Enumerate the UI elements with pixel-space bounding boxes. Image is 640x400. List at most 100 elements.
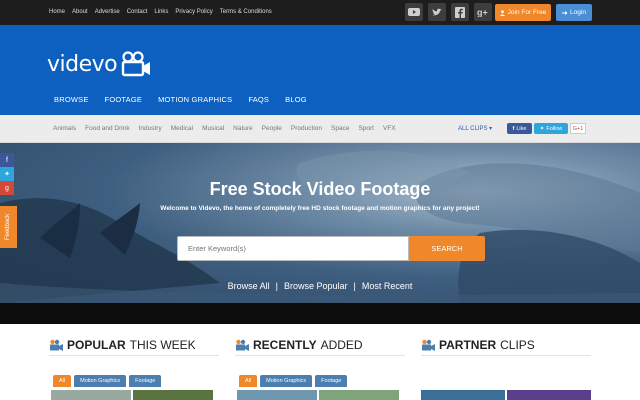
video-thumbnail[interactable] — [51, 390, 131, 400]
category-space[interactable]: Space — [331, 125, 349, 132]
section-title-normal: THIS WEEK — [129, 337, 196, 352]
section-heading: PARTNER CLIPS — [421, 338, 591, 356]
twitter-icon[interactable] — [428, 3, 446, 21]
side-facebook-icon[interactable]: f — [0, 153, 14, 167]
top-link-advertise[interactable]: Advertise — [95, 9, 120, 15]
tab-motion-graphics[interactable]: Motion Graphics — [260, 375, 313, 387]
thumbnail-row — [421, 390, 591, 400]
side-google-plus-icon[interactable]: g — [0, 181, 14, 195]
logo-text: videvo — [47, 51, 118, 77]
nav-footage[interactable]: FOOTAGE — [105, 95, 143, 104]
google-plus-one-label: G+1 — [572, 125, 584, 132]
top-link-terms[interactable]: Terms & Conditions — [220, 9, 272, 15]
facebook-icon: f — [512, 125, 515, 132]
category-medical[interactable]: Medical — [171, 125, 193, 132]
video-thumbnail[interactable] — [507, 390, 591, 400]
twitter-icon: ✦ — [539, 125, 545, 132]
facebook-like-button[interactable]: f Like — [507, 123, 532, 134]
section-title-bold: RECENTLY — [253, 337, 317, 352]
hero-subtitle: Welcome to Videvo, the home of completel… — [160, 205, 480, 212]
side-twitter-icon[interactable]: ✦ — [0, 167, 14, 181]
login-icon — [562, 10, 568, 15]
nav-blog[interactable]: BLOG — [285, 95, 307, 104]
video-camera-icon — [236, 339, 249, 351]
dark-divider — [0, 303, 640, 324]
recently-added-section: RECENTLY ADDED All Motion Graphics Foota… — [235, 338, 405, 400]
category-musical[interactable]: Musical — [202, 125, 224, 132]
section-title-bold: PARTNER — [439, 337, 497, 352]
category-vfx[interactable]: VFX — [383, 125, 396, 132]
video-thumbnail[interactable] — [237, 390, 317, 400]
nav-browse[interactable]: BROWSE — [54, 95, 89, 104]
category-nature[interactable]: Nature — [233, 125, 253, 132]
top-link-about[interactable]: About — [72, 9, 88, 15]
tab-all[interactable]: All — [53, 375, 72, 387]
dolphin-background-image — [0, 150, 640, 303]
top-bar: Home About Advertise Contact Links Priva… — [0, 0, 640, 25]
top-link-privacy[interactable]: Privacy Policy — [175, 9, 212, 15]
tab-motion-graphics[interactable]: Motion Graphics — [74, 375, 127, 387]
category-list: Animals Food and Drink Industry Medical … — [53, 125, 396, 132]
filter-tabs: All Motion Graphics Footage — [239, 375, 348, 387]
top-links: Home About Advertise Contact Links Priva… — [49, 9, 272, 15]
facebook-like-label: Like — [516, 125, 527, 132]
video-thumbnail[interactable] — [319, 390, 399, 400]
all-clips-label: ALL CLIPS — [458, 126, 488, 132]
main-nav: BROWSE FOOTAGE MOTION GRAPHICS FAQS BLOG — [54, 95, 307, 104]
login-label: Login — [570, 9, 586, 16]
google-plus-icon[interactable]: g+ — [474, 3, 492, 21]
section-title-normal: ADDED — [320, 337, 363, 352]
all-clips-dropdown[interactable]: ALL CLIPS ▾ — [458, 125, 492, 132]
hero-links: Browse All | Browse Popular | Most Recent — [0, 281, 640, 291]
top-link-links[interactable]: Links — [154, 9, 168, 15]
section-heading: RECENTLY ADDED — [235, 338, 405, 356]
video-camera-icon — [50, 339, 63, 351]
filter-tabs: All Motion Graphics Footage — [53, 375, 162, 387]
category-food-and-drink[interactable]: Food and Drink — [85, 125, 129, 132]
svg-text:g+: g+ — [477, 8, 488, 18]
site-header: videvo BROWSE FOOTAGE MOTION GRAPHICS FA… — [0, 25, 640, 115]
category-people[interactable]: People — [262, 125, 282, 132]
facebook-icon[interactable] — [451, 3, 469, 21]
feedback-tab[interactable]: Feedback — [0, 206, 17, 248]
search-input[interactable] — [177, 236, 409, 261]
join-label: Join For Free — [507, 9, 547, 16]
thumbnail-row — [237, 390, 399, 400]
feedback-label: Feedback — [5, 213, 12, 241]
search-button[interactable]: SEARCH — [409, 236, 485, 261]
separator: | — [353, 281, 356, 291]
video-camera-icon — [121, 51, 151, 77]
video-thumbnail[interactable] — [133, 390, 213, 400]
section-title-normal: CLIPS — [500, 337, 535, 352]
separator: | — [275, 281, 278, 291]
nav-motion-graphics[interactable]: MOTION GRAPHICS — [158, 95, 232, 104]
most-recent-link[interactable]: Most Recent — [362, 281, 413, 291]
nav-faqs[interactable]: FAQS — [248, 95, 269, 104]
login-button[interactable]: Login — [556, 4, 592, 21]
youtube-icon[interactable] — [405, 3, 423, 21]
user-plus-icon — [499, 9, 505, 16]
browse-popular-link[interactable]: Browse Popular — [284, 281, 348, 291]
video-thumbnail[interactable] — [421, 390, 505, 400]
popular-section: POPULAR THIS WEEK All Motion Graphics Fo… — [49, 337, 219, 400]
category-sport[interactable]: Sport — [358, 125, 374, 132]
hero-banner: Free Stock Video Footage Welcome to Vide… — [0, 143, 640, 303]
google-plus-one-button[interactable]: G+1 — [570, 123, 586, 134]
tab-all[interactable]: All — [239, 375, 258, 387]
tab-footage[interactable]: Footage — [129, 375, 162, 387]
category-animals[interactable]: Animals — [53, 125, 76, 132]
social-links: g+ — [405, 3, 492, 21]
top-link-contact[interactable]: Contact — [127, 9, 148, 15]
top-link-home[interactable]: Home — [49, 9, 65, 15]
browse-all-link[interactable]: Browse All — [228, 281, 270, 291]
join-button[interactable]: Join For Free — [495, 4, 551, 21]
twitter-follow-button[interactable]: ✦ Follow — [534, 123, 568, 134]
section-title-bold: POPULAR — [67, 337, 126, 352]
category-industry[interactable]: Industry — [139, 125, 162, 132]
tab-footage[interactable]: Footage — [315, 375, 348, 387]
logo[interactable]: videvo — [47, 51, 151, 77]
twitter-follow-label: Follow — [546, 125, 563, 132]
partner-clips-section: PARTNER CLIPS — [421, 338, 591, 400]
video-camera-icon — [422, 339, 435, 351]
category-production[interactable]: Production — [291, 125, 322, 132]
